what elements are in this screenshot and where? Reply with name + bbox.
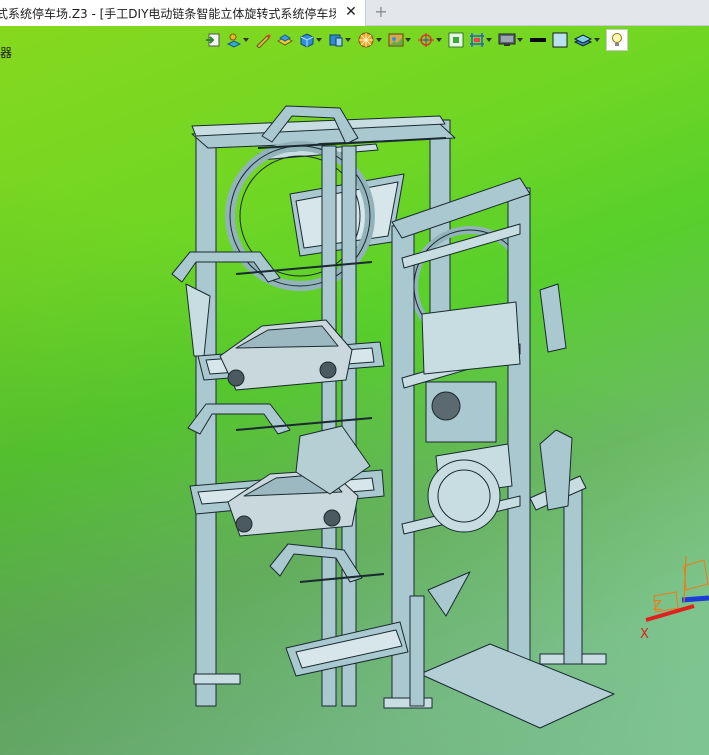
close-icon[interactable]: ✕ <box>344 5 358 19</box>
car-upper <box>219 319 353 391</box>
3d-viewport[interactable]: 器 Z X <box>0 26 709 755</box>
tab-bar: 式系统停车场.Z3 - [手工DIY电动链条智能立体旋转式系统停车场] ✕ + <box>0 0 709 26</box>
y-axis-line <box>681 595 709 603</box>
document-tab[interactable]: 式系统停车场.Z3 - [手工DIY电动链条智能立体旋转式系统停车场] ✕ <box>0 0 366 26</box>
new-tab-icon[interactable]: + <box>373 4 389 20</box>
yz-plane-outline <box>683 559 709 591</box>
document-tab-title: 式系统停车场.Z3 - [手工DIY电动链条智能立体旋转式系统停车场] <box>0 6 336 21</box>
x-axis-label: X <box>640 627 649 642</box>
z-axis-label: Z <box>653 599 662 614</box>
rear-pillar-left <box>321 145 337 707</box>
axis-triad: Z X <box>640 555 709 642</box>
rear-pillar-right <box>341 145 357 707</box>
parking-garage-model[interactable] <box>0 26 709 755</box>
